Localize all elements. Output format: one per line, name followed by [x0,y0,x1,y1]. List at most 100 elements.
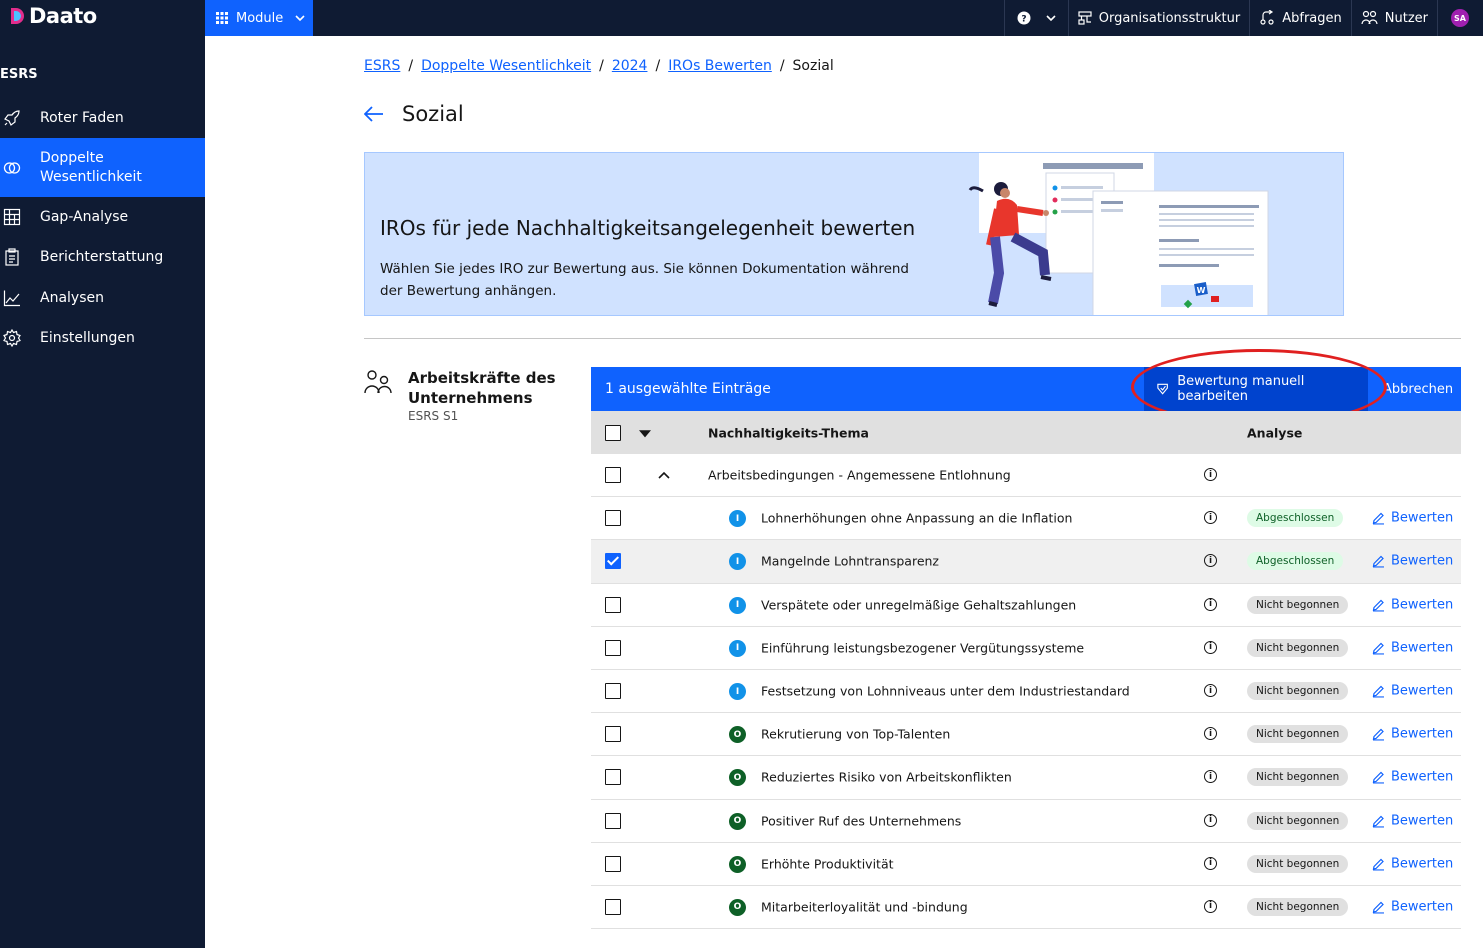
selection-count: 1 ausgewählte Einträge [605,381,771,397]
table-row[interactable]: I Verspätete oder unregelmäßige Gehaltsza… [591,583,1461,627]
edit-pencil-icon [1372,512,1384,525]
info-icon[interactable]: i [1204,597,1217,611]
row-checkbox[interactable] [605,467,621,484]
sidebar-item-label: Doppelte Wesentlichkeit [40,149,142,185]
profile-button[interactable]: SA [1437,0,1483,36]
assess-link[interactable]: Bewerten [1372,554,1453,569]
info-icon[interactable]: i [1204,640,1217,654]
row-checkbox[interactable] [605,726,621,743]
app-logo[interactable]: Daato [10,4,97,28]
status-badge: Nicht begonnen [1247,638,1349,657]
info-icon[interactable]: i [1204,813,1217,827]
parent-topic-label: Arbeitsbedingungen - Angemessene Entlohn… [708,467,1011,483]
sidebar-item-roter-faden[interactable]: Roter Faden [0,98,205,138]
breadcrumb-link-iros-bewerten[interactable]: IROs Bewerten [668,58,772,74]
top-bar: Daato Module ? Organisationsstruktur Abf… [0,0,1483,36]
sidebar-item-berichterstattung[interactable]: Berichterstattung [0,237,205,277]
sidebar-item-einstellungen[interactable]: Einstellungen [0,318,205,358]
impact-badge: I [729,683,746,701]
row-checkbox[interactable] [605,639,621,656]
edit-pencil-icon [1372,685,1384,698]
row-checkbox[interactable] [605,769,621,786]
section-divider [364,338,1461,339]
sidebar-item-label: Berichterstattung [40,248,164,265]
sidebar-item-label: Gap-Analyse [40,208,129,225]
info-icon[interactable]: i [1204,468,1217,482]
iro-label: Erhöhte Produktivität [761,856,894,872]
queries-icon [1260,10,1274,25]
breadcrumb: ESRS / Doppelte Wesentlichkeit / 2024 / … [364,58,834,74]
sidebar-item-gap-analyse[interactable]: Gap-Analyse [0,197,205,237]
row-checkbox[interactable] [605,553,621,570]
breadcrumb-separator: / [779,58,785,74]
svg-text:W: W [1197,286,1206,295]
row-checkbox[interactable] [605,596,621,613]
row-checkbox[interactable] [605,683,621,700]
users-label: Nutzer [1384,10,1428,26]
back-arrow-icon[interactable] [364,106,384,122]
table-row[interactable]: I Mangelnde Lohntransparenz i Abgeschlossen… [591,540,1461,584]
table-row[interactable]: O Positiver Ruf des Unternehmens i Nicht be… [591,799,1461,843]
info-icon[interactable]: i [1204,554,1217,568]
cancel-button[interactable]: Abbrechen [1383,382,1453,397]
status-badge: Abgeschlossen [1247,509,1344,528]
assess-link[interactable]: Bewerten [1372,770,1453,785]
breadcrumb-link-doppelte-wesentlichkeit[interactable]: Doppelte Wesentlichkeit [421,58,591,74]
edit-pencil-icon [1372,772,1384,784]
sidebar-item-doppelte-wesentlichkeit[interactable]: Doppelte Wesentlichkeit [0,138,205,197]
assess-link[interactable]: Bewerten [1372,727,1453,742]
caret-down-icon[interactable] [639,429,651,441]
app-grid-icon [216,12,228,24]
sidebar-section-title: ESRS [0,67,38,82]
row-checkbox[interactable] [605,812,621,829]
assess-link[interactable]: Bewerten [1372,856,1453,871]
org-structure-label: Organisationsstruktur [1098,10,1241,26]
chevron-up-icon[interactable] [658,469,670,481]
breadcrumb-link-2024[interactable]: 2024 [612,58,648,74]
edit-assessment-button[interactable]: Bewertung manuell bearbeiten [1144,367,1368,411]
table-row[interactable]: I Festsetzung von Lohnniveaus unter dem I… [591,669,1461,714]
table-row[interactable]: O Erhöhte Produktivität i Nicht begonnen Bew… [591,842,1461,886]
info-icon[interactable]: i [1204,899,1217,913]
row-checkbox[interactable] [605,898,621,915]
table-row[interactable]: O Mitarbeiterloyalität und -bindung i Nicht… [591,885,1461,930]
select-all-checkbox[interactable] [605,424,621,441]
info-icon[interactable]: i [1204,684,1217,698]
assess-link[interactable]: Bewerten [1372,684,1453,699]
row-checkbox[interactable] [605,510,621,527]
table-row[interactable]: I Lohnerhöhungen ohne Anpassung an die In… [591,497,1461,541]
assess-link[interactable]: Bewerten [1372,640,1453,655]
table-row[interactable]: I Einführung leistungsbezogener Vergütung… [591,626,1461,670]
impact-badge: I [729,639,746,657]
grid-icon [3,208,21,226]
help-menu-button[interactable]: ? [1003,0,1068,36]
info-icon[interactable]: i [1204,727,1217,741]
breadcrumb-link-esrs[interactable]: ESRS [364,58,400,74]
assess-link[interactable]: Bewerten [1372,899,1453,914]
assess-link[interactable]: Bewerten [1372,813,1453,828]
table-row[interactable]: O Rekrutierung von Top-Talenten i Nicht beg… [591,713,1461,757]
assess-label: Bewerten [1391,683,1454,699]
module-menu-button[interactable]: Module [205,0,313,36]
queries-link[interactable]: Abfragen [1249,0,1351,36]
info-icon[interactable]: i [1204,511,1217,525]
assess-label: Bewerten [1391,769,1454,785]
info-icon[interactable]: i [1204,770,1217,784]
opportunity-badge: O [729,855,746,873]
assess-label: Bewerten [1391,597,1454,613]
clipboard-icon [5,248,19,266]
sidebar-item-analysen[interactable]: Analysen [0,278,205,318]
iro-label: Reduziertes Risiko von Arbeitskonflikten [761,769,1012,785]
page-title: Sozial [402,102,464,126]
row-checkbox[interactable] [605,855,621,872]
table-row[interactable]: O Reduziertes Risiko von Arbeitskonflikte… [591,756,1461,800]
assess-link[interactable]: Bewerten [1372,511,1453,526]
status-badge: Nicht begonnen [1247,854,1349,873]
info-icon[interactable]: i [1204,856,1217,870]
edit-pencil-icon [1372,728,1384,741]
org-structure-link[interactable]: Organisationsstruktur [1067,0,1250,36]
app-name: Daato [29,4,97,28]
assess-label: Bewerten [1391,640,1454,656]
assess-link[interactable]: Bewerten [1372,597,1453,612]
users-link[interactable]: Nutzer [1350,0,1437,36]
